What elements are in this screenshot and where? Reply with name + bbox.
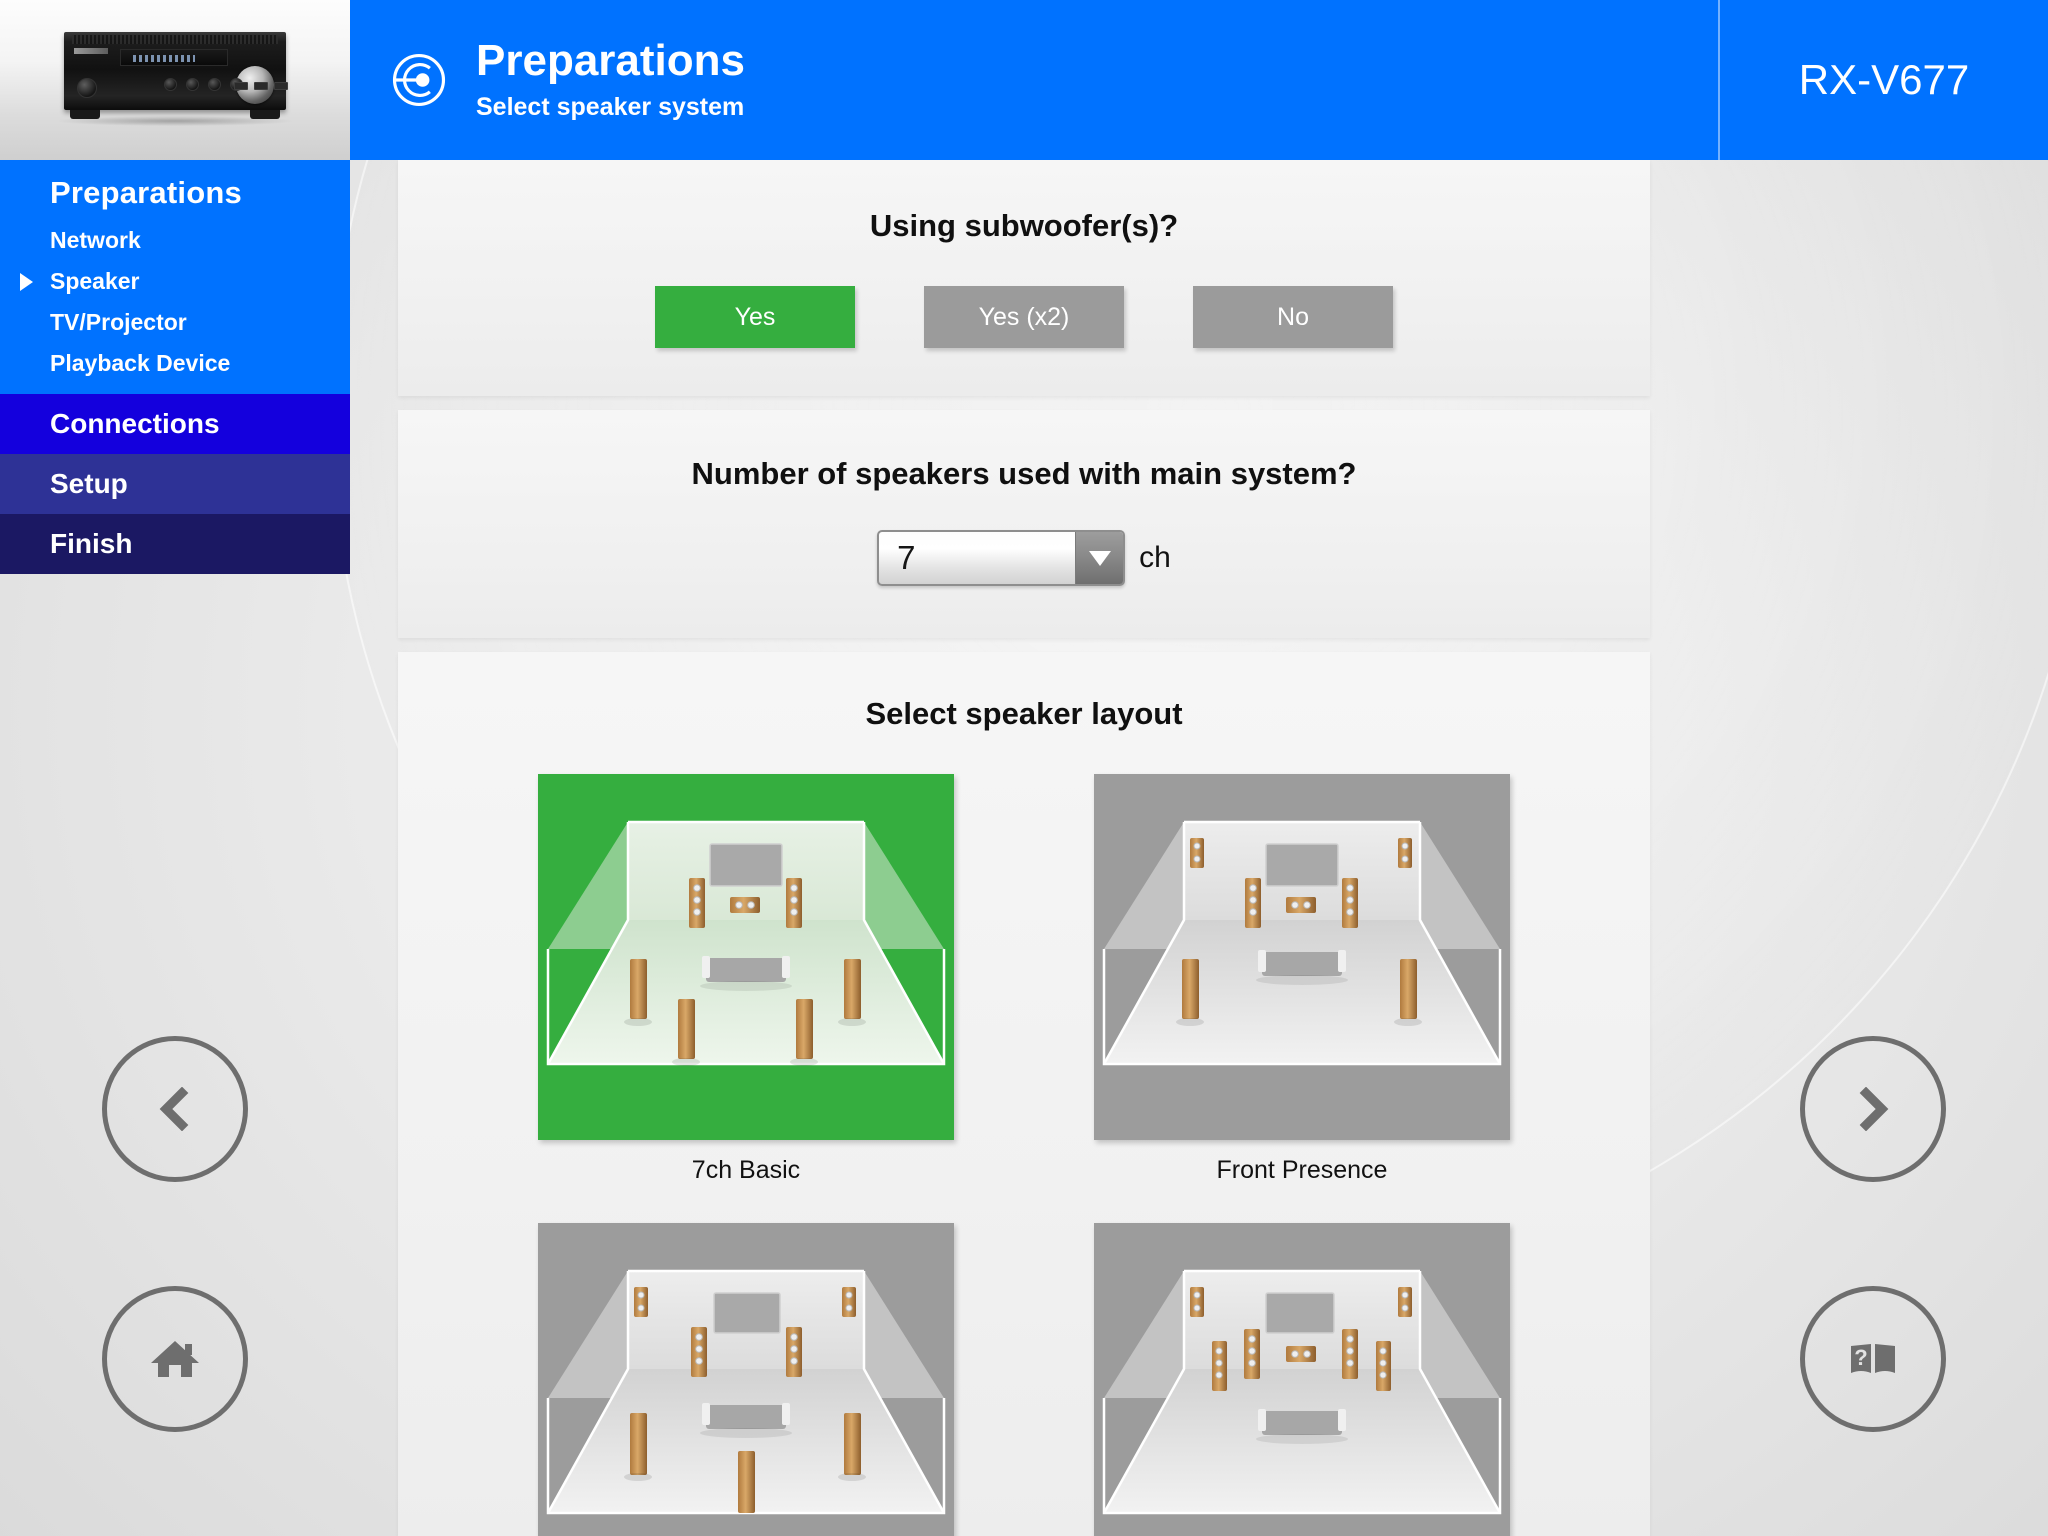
sidebar-item-tv-projector[interactable]: TV/Projector xyxy=(0,302,350,343)
page-subtitle: Select speaker system xyxy=(476,92,745,121)
layout-option-front-presence[interactable]: Front Presence xyxy=(1094,774,1510,1207)
setup-guide-logo-icon xyxy=(392,53,446,107)
sidebar-group-preparations: Preparations Network Speaker TV/Projecto… xyxy=(0,160,350,394)
header-right: RX-V677 xyxy=(1718,0,2048,160)
main-content: Using subwoofer(s)? Yes Yes (x2) No Numb… xyxy=(398,160,1650,1536)
speaker-layout-question: Select speaker layout xyxy=(865,696,1183,731)
home-button[interactable] xyxy=(102,1286,248,1432)
sidebar-item-label: Playback Device xyxy=(50,350,231,376)
sidebar-item-network[interactable]: Network xyxy=(0,220,350,261)
layout-thumbnail[interactable] xyxy=(538,774,954,1140)
speaker-count-unit: ch xyxy=(1139,541,1171,574)
layout-option-front-presence-back[interactable] xyxy=(538,1223,954,1536)
speaker-layout-panel: Select speaker layout 7ch Basic Front Pr… xyxy=(398,652,1650,1536)
speaker-layout-grid: 7ch Basic Front Presence xyxy=(398,774,1650,1536)
device-photo xyxy=(0,0,350,160)
sidebar-stage-finish[interactable]: Finish xyxy=(0,514,350,574)
header-text: Preparations Select speaker system xyxy=(476,38,745,121)
speaker-count-panel: Number of speakers used with main system… xyxy=(398,410,1650,638)
receiver-shadow xyxy=(58,116,292,126)
speaker-count-question: Number of speakers used with main system… xyxy=(691,456,1357,491)
subwoofer-panel: Using subwoofer(s)? Yes Yes (x2) No xyxy=(398,160,1650,396)
layout-thumbnail[interactable] xyxy=(538,1223,954,1536)
sidebar-item-label: Speaker xyxy=(50,268,140,294)
previous-page-button[interactable] xyxy=(102,1036,248,1182)
room-diagram-7ch-basic xyxy=(546,820,946,1066)
speaker-count-select[interactable]: 7 xyxy=(877,530,1126,586)
layout-option-7ch-basic[interactable]: 7ch Basic xyxy=(538,774,954,1207)
header-left: Preparations Select speaker system xyxy=(350,0,1718,160)
help-manual-button[interactable]: ? xyxy=(1800,1286,1946,1432)
chevron-right-icon xyxy=(1859,1087,1889,1131)
room-diagram-wide-front xyxy=(1102,1269,1502,1515)
layout-caption: Front Presence xyxy=(1216,1156,1388,1184)
receiver-illustration xyxy=(64,32,288,110)
layout-caption: 7ch Basic xyxy=(691,1156,801,1184)
sidebar-item-label: Network xyxy=(50,227,141,253)
room-diagram-front-presence-back xyxy=(546,1269,946,1515)
speaker-count-control-row: 7 ch xyxy=(398,530,1650,586)
open-book-question-icon: ? xyxy=(1851,1344,1895,1373)
chevron-down-icon[interactable] xyxy=(1075,532,1124,584)
layout-thumbnail[interactable] xyxy=(1094,774,1510,1140)
speaker-count-value: 7 xyxy=(897,539,916,576)
sidebar-section-title[interactable]: Preparations xyxy=(0,166,350,220)
sidebar-stage-setup[interactable]: Setup xyxy=(0,454,350,514)
subwoofer-option-yes[interactable]: Yes xyxy=(655,286,855,348)
model-name: RX-V677 xyxy=(1798,56,1970,103)
subwoofer-options: Yes Yes (x2) No xyxy=(398,286,1650,348)
room-diagram-front-presence xyxy=(1102,820,1502,1066)
sidebar: Preparations Network Speaker TV/Projecto… xyxy=(0,0,350,640)
layout-thumbnail[interactable] xyxy=(1094,1223,1510,1536)
page-header: Preparations Select speaker system RX-V6… xyxy=(350,0,2048,160)
sidebar-stage-connections[interactable]: Connections xyxy=(0,394,350,454)
page-title: Preparations xyxy=(476,36,745,86)
app-root: Preparations Network Speaker TV/Projecto… xyxy=(0,0,2048,1536)
active-item-caret-icon xyxy=(20,272,33,291)
home-icon xyxy=(151,1341,199,1377)
next-page-button[interactable] xyxy=(1800,1036,1946,1182)
subwoofer-option-no[interactable]: No xyxy=(1193,286,1393,348)
subwoofer-option-yes-x2[interactable]: Yes (x2) xyxy=(924,286,1124,348)
chevron-left-icon xyxy=(159,1087,189,1131)
subwoofer-question: Using subwoofer(s)? xyxy=(869,208,1179,243)
sidebar-item-playback-device[interactable]: Playback Device xyxy=(0,343,350,384)
sidebar-item-label: TV/Projector xyxy=(50,309,187,335)
sidebar-item-speaker[interactable]: Speaker xyxy=(0,261,350,302)
layout-option-wide-front[interactable] xyxy=(1094,1223,1510,1536)
svg-text:?: ? xyxy=(1854,1345,1867,1370)
